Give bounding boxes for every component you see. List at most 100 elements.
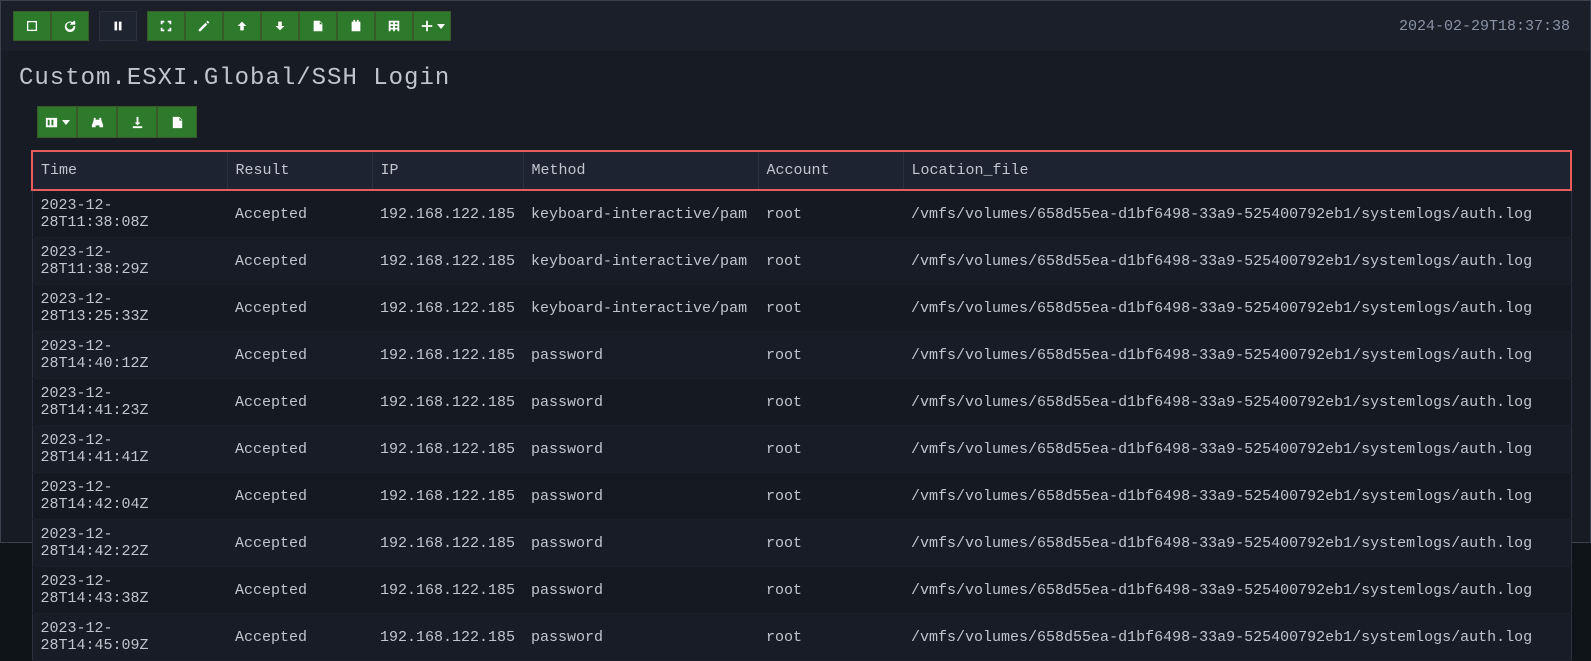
cell-result: Accepted xyxy=(227,567,372,614)
cell-account: root xyxy=(758,426,903,473)
cell-result: Accepted xyxy=(227,614,372,661)
stop-button[interactable] xyxy=(13,11,51,41)
chevron-down-icon xyxy=(62,120,70,125)
pause-button[interactable] xyxy=(99,11,137,41)
cell-result: Accepted xyxy=(227,190,372,238)
csv-export-button[interactable] xyxy=(157,106,197,138)
table-row[interactable]: 2023-12-28T14:43:38ZAccepted192.168.122.… xyxy=(32,567,1571,614)
cell-method: password xyxy=(523,426,758,473)
header-time[interactable]: Time xyxy=(32,151,227,190)
cell-account: root xyxy=(758,285,903,332)
cell-time: 2023-12-28T13:25:33Z xyxy=(32,285,227,332)
cell-result: Accepted xyxy=(227,426,372,473)
refresh-icon xyxy=(63,19,77,33)
cell-method: password xyxy=(523,473,758,520)
cell-account: root xyxy=(758,520,903,567)
square-icon xyxy=(25,19,39,33)
arrow-down-icon xyxy=(273,19,287,33)
header-method[interactable]: Method xyxy=(523,151,758,190)
table-header-row: Time Result IP Method Account Location_f… xyxy=(32,151,1571,190)
table-row[interactable]: 2023-12-28T11:38:29ZAccepted192.168.122.… xyxy=(32,238,1571,285)
table-button[interactable] xyxy=(375,11,413,41)
pencil-icon xyxy=(197,19,211,33)
arrow-up-icon xyxy=(235,19,249,33)
cell-ip: 192.168.122.185 xyxy=(372,614,523,661)
table-icon xyxy=(387,19,401,33)
clock-display: 2024-02-29T18:37:38 xyxy=(1391,14,1578,39)
header-account[interactable]: Account xyxy=(758,151,903,190)
cell-ip: 192.168.122.185 xyxy=(372,567,523,614)
cell-ip: 192.168.122.185 xyxy=(372,190,523,238)
cell-ip: 192.168.122.185 xyxy=(372,332,523,379)
cell-time: 2023-12-28T11:38:08Z xyxy=(32,190,227,238)
refresh-button[interactable] xyxy=(51,11,89,41)
cell-method: password xyxy=(523,567,758,614)
cell-method: password xyxy=(523,614,758,661)
table-row[interactable]: 2023-12-28T14:45:09ZAccepted192.168.122.… xyxy=(32,614,1571,661)
cell-location: /vmfs/volumes/658d55ea-d1bf6498-33a9-525… xyxy=(903,426,1571,473)
header-result[interactable]: Result xyxy=(227,151,372,190)
page-title: Custom.ESXI.Global/SSH Login xyxy=(1,51,1590,106)
cell-location: /vmfs/volumes/658d55ea-d1bf6498-33a9-525… xyxy=(903,238,1571,285)
calendar-icon xyxy=(349,19,363,33)
table-body: 2023-12-28T11:38:08ZAccepted192.168.122.… xyxy=(32,190,1571,661)
download-icon xyxy=(130,115,145,130)
table-row[interactable]: 2023-12-28T14:42:22ZAccepted192.168.122.… xyxy=(32,520,1571,567)
header-ip[interactable]: IP xyxy=(372,151,523,190)
columns-dropdown-button[interactable] xyxy=(37,106,77,138)
table-row[interactable]: 2023-12-28T14:40:12ZAccepted192.168.122.… xyxy=(32,332,1571,379)
download-button[interactable] xyxy=(117,106,157,138)
cell-time: 2023-12-28T14:43:38Z xyxy=(32,567,227,614)
cell-result: Accepted xyxy=(227,285,372,332)
file-csv-icon xyxy=(170,115,185,130)
export-button[interactable] xyxy=(299,11,337,41)
cell-location: /vmfs/volumes/658d55ea-d1bf6498-33a9-525… xyxy=(903,285,1571,332)
table-row[interactable]: 2023-12-28T14:41:23ZAccepted192.168.122.… xyxy=(32,379,1571,426)
cell-time: 2023-12-28T11:38:29Z xyxy=(32,238,227,285)
cell-ip: 192.168.122.185 xyxy=(372,238,523,285)
table-row[interactable]: 2023-12-28T14:42:04ZAccepted192.168.122.… xyxy=(32,473,1571,520)
cell-ip: 192.168.122.185 xyxy=(372,379,523,426)
add-dropdown-button[interactable] xyxy=(413,11,451,41)
cell-location: /vmfs/volumes/658d55ea-d1bf6498-33a9-525… xyxy=(903,332,1571,379)
up-button[interactable] xyxy=(223,11,261,41)
cell-method: password xyxy=(523,520,758,567)
cell-time: 2023-12-28T14:42:22Z xyxy=(32,520,227,567)
cell-method: password xyxy=(523,332,758,379)
cell-location: /vmfs/volumes/658d55ea-d1bf6498-33a9-525… xyxy=(903,614,1571,661)
cell-method: keyboard-interactive/pam xyxy=(523,285,758,332)
binoculars-icon xyxy=(90,115,105,130)
table-row[interactable]: 2023-12-28T14:41:41ZAccepted192.168.122.… xyxy=(32,426,1571,473)
cell-account: root xyxy=(758,238,903,285)
cell-time: 2023-12-28T14:41:41Z xyxy=(32,426,227,473)
cell-time: 2023-12-28T14:40:12Z xyxy=(32,332,227,379)
results-table: Time Result IP Method Account Location_f… xyxy=(31,150,1572,661)
app-frame: 2024-02-29T18:37:38 Custom.ESXI.Global/S… xyxy=(0,0,1591,543)
cell-result: Accepted xyxy=(227,520,372,567)
cell-ip: 192.168.122.185 xyxy=(372,285,523,332)
edit-button[interactable] xyxy=(185,11,223,41)
cell-location: /vmfs/volumes/658d55ea-d1bf6498-33a9-525… xyxy=(903,190,1571,238)
columns-icon xyxy=(44,115,59,130)
cell-ip: 192.168.122.185 xyxy=(372,520,523,567)
chevron-down-icon xyxy=(437,24,445,29)
down-button[interactable] xyxy=(261,11,299,41)
plus-icon xyxy=(420,19,434,33)
cell-result: Accepted xyxy=(227,379,372,426)
cell-location: /vmfs/volumes/658d55ea-d1bf6498-33a9-525… xyxy=(903,473,1571,520)
cell-ip: 192.168.122.185 xyxy=(372,473,523,520)
table-row[interactable]: 2023-12-28T11:38:08ZAccepted192.168.122.… xyxy=(32,190,1571,238)
cell-account: root xyxy=(758,379,903,426)
file-export-icon xyxy=(311,19,325,33)
table-row[interactable]: 2023-12-28T13:25:33ZAccepted192.168.122.… xyxy=(32,285,1571,332)
cell-method: keyboard-interactive/pam xyxy=(523,238,758,285)
fullscreen-button[interactable] xyxy=(147,11,185,41)
calendar-button[interactable] xyxy=(337,11,375,41)
search-button[interactable] xyxy=(77,106,117,138)
cell-time: 2023-12-28T14:42:04Z xyxy=(32,473,227,520)
header-location[interactable]: Location_file xyxy=(903,151,1571,190)
cell-account: root xyxy=(758,473,903,520)
cell-location: /vmfs/volumes/658d55ea-d1bf6498-33a9-525… xyxy=(903,520,1571,567)
expand-icon xyxy=(159,19,173,33)
cell-location: /vmfs/volumes/658d55ea-d1bf6498-33a9-525… xyxy=(903,567,1571,614)
